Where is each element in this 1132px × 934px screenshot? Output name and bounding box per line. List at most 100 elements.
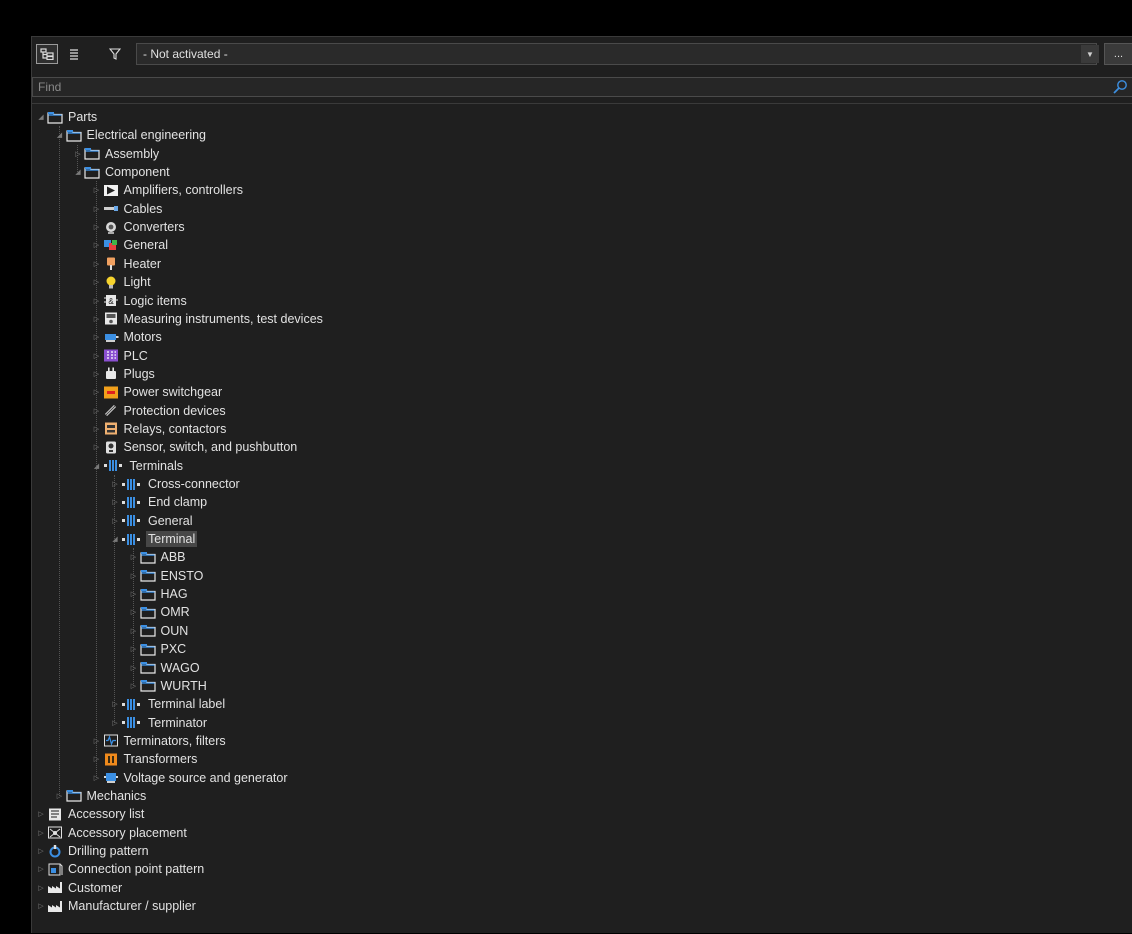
expand-triangle-icon[interactable]: ▷ [91,755,103,763]
tree-node-plugs[interactable]: ▷ Plugs [91,365,157,383]
tree-node-connection-point-pattern[interactable]: ▷ Connection point pattern [35,860,206,878]
tree-node-accessory-list[interactable]: ▷ Accessory list [35,805,146,823]
expand-triangle-icon[interactable]: ▷ [91,297,103,305]
tree-node-logic-items[interactable]: ▷ & Logic items [91,292,189,310]
tree-node-light[interactable]: ▷ Light [91,273,153,291]
tree-node-pxc[interactable]: ▷ PXC [128,640,189,658]
collapse-triangle-icon[interactable]: ◢ [35,113,47,121]
filter-button[interactable] [104,44,126,64]
tree-node-end-clamp[interactable]: ▷ End clamp [109,493,209,511]
tree-node-ensto[interactable]: ▷ ENSTO [128,567,206,585]
filter-select[interactable]: - Not activated - [136,43,1097,65]
tree-node-plc[interactable]: ▷ PLC [91,347,150,365]
expand-triangle-icon[interactable]: ▷ [128,645,140,653]
collapse-triangle-icon[interactable]: ◢ [109,535,121,543]
expand-triangle-icon[interactable]: ▷ [128,608,140,616]
tree-node-terminators-filters[interactable]: ▷ Terminators, filters [91,732,228,750]
tree-node-general[interactable]: ▷ General [91,236,170,254]
expand-triangle-icon[interactable]: ▷ [91,315,103,323]
expand-triangle-icon[interactable]: ▷ [128,572,140,580]
expand-triangle-icon[interactable]: ▷ [91,333,103,341]
expand-triangle-icon[interactable]: ▷ [128,590,140,598]
expand-triangle-icon[interactable]: ▷ [91,425,103,433]
expand-triangle-icon[interactable]: ▷ [91,241,103,249]
tree-node-terminals[interactable]: ◢ Terminals [91,457,186,475]
tree-node-wurth[interactable]: ▷ WURTH [128,677,209,695]
expand-triangle-icon[interactable]: ▷ [91,186,103,194]
tree-node-protection-devices[interactable]: ▷ Protection devices [91,402,228,420]
tree-view-button[interactable] [36,44,58,64]
tree-node-customer[interactable]: ▷ Customer [35,879,124,897]
expand-triangle-icon[interactable]: ▷ [91,388,103,396]
tree-node-converters[interactable]: ▷ Converters [91,218,187,236]
tree-node-electrical-engineering[interactable]: ◢ Electrical engineering [54,126,209,144]
collapse-triangle-icon[interactable]: ◢ [91,462,103,470]
tree-node-amplifiers-controllers[interactable]: ▷ Amplifiers, controllers [91,181,245,199]
expand-triangle-icon[interactable]: ▷ [91,443,103,451]
tree-node-terminal[interactable]: ◢ Terminal [109,530,198,548]
tree-node-motors[interactable]: ▷ Motors [91,328,164,346]
find-placeholder: Find [38,80,62,94]
expand-triangle-icon[interactable]: ▷ [91,407,103,415]
expand-triangle-icon[interactable]: ▷ [128,627,140,635]
folder-icon [47,110,63,124]
collapse-triangle-icon[interactable]: ◢ [54,131,66,139]
filter-icon [109,48,121,60]
tree-node-sensor-switch-and-pushbutton[interactable]: ▷ Sensor, switch, and pushbutton [91,438,300,456]
expand-triangle-icon[interactable]: ▷ [109,498,121,506]
expand-triangle-icon[interactable]: ▷ [91,774,103,782]
tree-node-power-switchgear[interactable]: ▷ Power switchgear [91,383,225,401]
tree-node-wago[interactable]: ▷ WAGO [128,659,202,677]
filter-dropdown-chevron-icon[interactable]: ▼ [1081,45,1099,63]
expand-triangle-icon[interactable]: ▷ [91,370,103,378]
expand-triangle-icon[interactable]: ▷ [91,352,103,360]
expand-triangle-icon[interactable]: ▷ [128,682,140,690]
tree-node-terminator[interactable]: ▷ Terminator [109,714,209,732]
expand-triangle-icon[interactable]: ▷ [35,810,47,818]
tree-node-terminal-label[interactable]: ▷ Terminal label [109,695,227,713]
tree-node-general[interactable]: ▷ General [109,512,194,530]
expand-triangle-icon[interactable]: ▷ [91,260,103,268]
expand-triangle-icon[interactable]: ▷ [91,278,103,286]
tree-node-measuring-instruments-test-devices[interactable]: ▷ Measuring instruments, test devices [91,310,325,328]
expand-triangle-icon[interactable]: ▷ [35,884,47,892]
collapse-triangle-icon[interactable]: ◢ [72,168,84,176]
tree-node-manufacturer-supplier[interactable]: ▷ Manufacturer / supplier [35,897,198,915]
expand-triangle-icon[interactable]: ▷ [54,792,66,800]
tree-node-parts[interactable]: ◢ Parts [35,108,99,126]
search-icon[interactable] [1112,79,1128,95]
find-input[interactable]: Find [32,77,1132,97]
list-view-button[interactable] [63,44,85,64]
expand-triangle-icon[interactable]: ▷ [109,700,121,708]
tree-node-component[interactable]: ◢ Component [72,163,172,181]
tree-node-voltage-source-and-generator[interactable]: ▷ Voltage source and generator [91,769,290,787]
expand-triangle-icon[interactable]: ▷ [128,553,140,561]
tree-node-label: Drilling pattern [68,844,149,858]
more-button[interactable]: ... [1104,43,1132,65]
tree-node-mechanics[interactable]: ▷ Mechanics [54,787,149,805]
expand-triangle-icon[interactable]: ▷ [109,719,121,727]
tree-node-transformers[interactable]: ▷ Transformers [91,750,200,768]
tree-node-accessory-placement[interactable]: ▷ Accessory placement [35,824,189,842]
expand-triangle-icon[interactable]: ▷ [109,480,121,488]
expand-triangle-icon[interactable]: ▷ [91,737,103,745]
expand-triangle-icon[interactable]: ▷ [35,902,47,910]
tree-node-assembly[interactable]: ▷ Assembly [72,145,161,163]
expand-triangle-icon[interactable]: ▷ [35,847,47,855]
expand-triangle-icon[interactable]: ▷ [128,664,140,672]
tree-node-heater[interactable]: ▷ Heater [91,255,164,273]
tree-node-drilling-pattern[interactable]: ▷ Drilling pattern [35,842,151,860]
tree-node-cables[interactable]: ▷ Cables [91,200,165,218]
tree-node-hag[interactable]: ▷ HAG [128,585,190,603]
expand-triangle-icon[interactable]: ▷ [35,829,47,837]
tree-node-cross-connector[interactable]: ▷ Cross-connector [109,475,242,493]
expand-triangle-icon[interactable]: ▷ [91,223,103,231]
expand-triangle-icon[interactable]: ▷ [109,517,121,525]
tree-node-omr[interactable]: ▷ OMR [128,603,192,621]
tree-node-abb[interactable]: ▷ ABB [128,548,188,566]
expand-triangle-icon[interactable]: ▷ [91,205,103,213]
expand-triangle-icon[interactable]: ▷ [35,865,47,873]
tree-node-relays-contactors[interactable]: ▷ Relays, contactors [91,420,229,438]
tree-node-oun[interactable]: ▷ OUN [128,622,191,640]
expand-triangle-icon[interactable]: ▷ [72,150,84,158]
